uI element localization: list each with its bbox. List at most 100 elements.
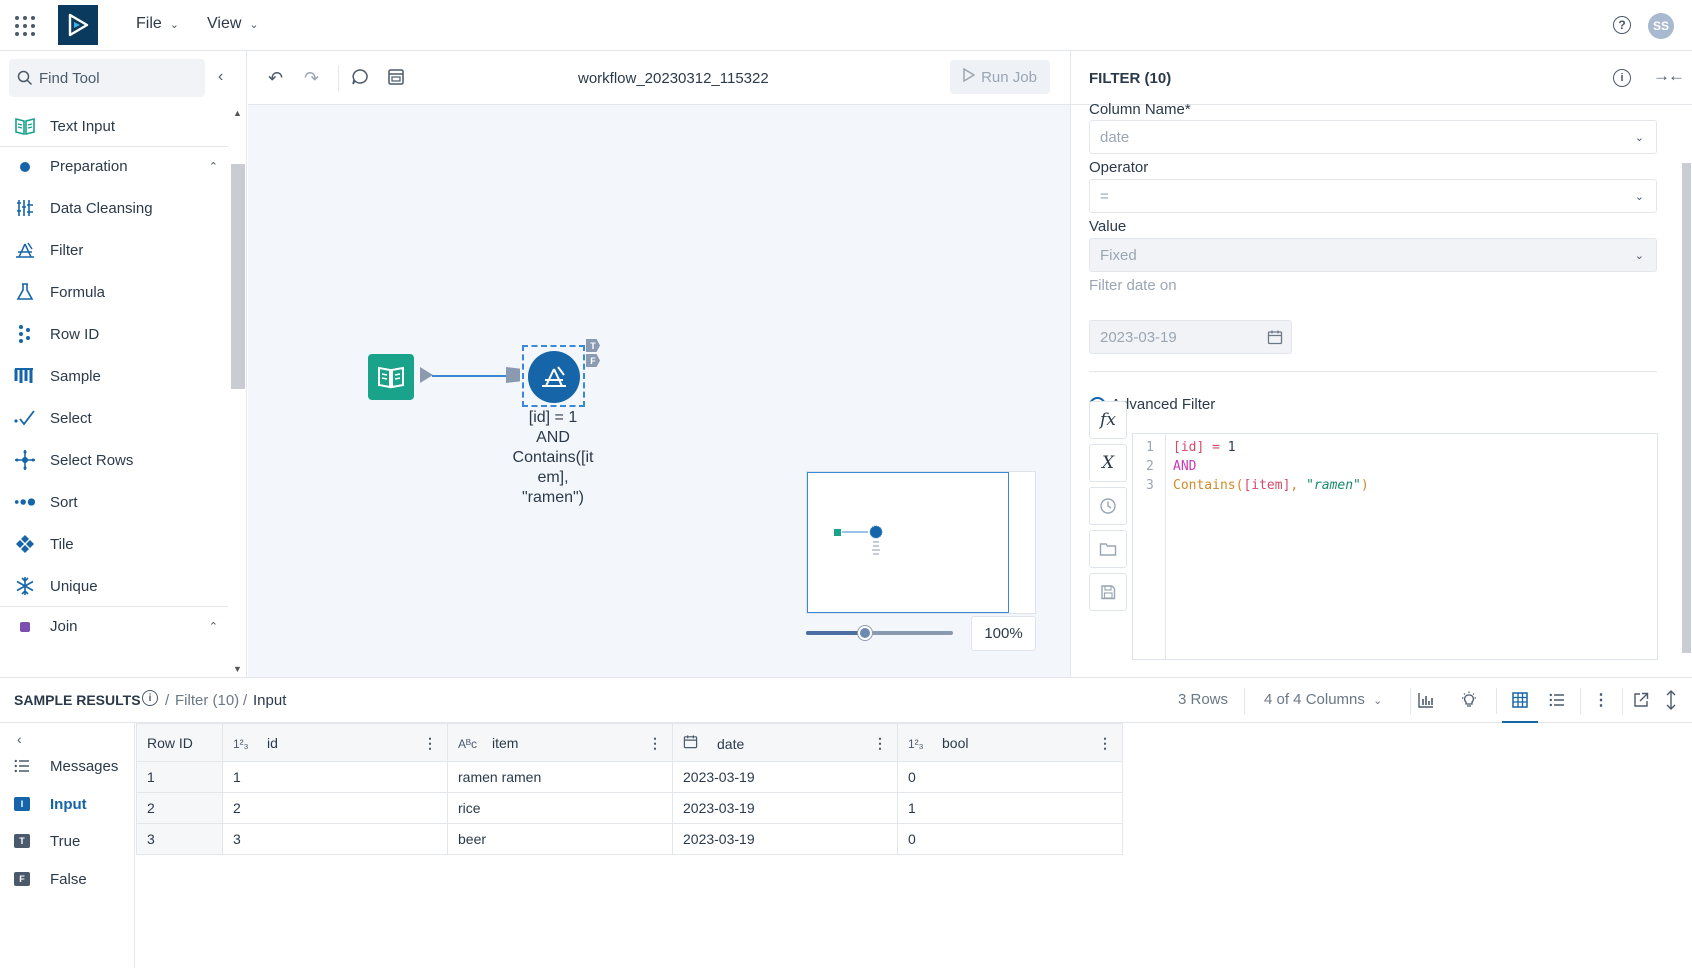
filter-node[interactable] [528,351,580,403]
run-job-button[interactable]: Run Job [950,60,1050,94]
column-header-date[interactable]: date ⋮ [672,723,898,762]
more-options-icon[interactable]: ⋮ [1590,689,1612,711]
zoom-slider-handle[interactable] [857,626,872,640]
open-expression-button[interactable] [1089,530,1127,568]
tool-select-rows[interactable]: Select Rows [0,440,228,480]
cell-date[interactable]: 2023-03-19 [672,823,898,855]
column-header-id[interactable]: 1²₃ id ⋮ [222,723,448,762]
scrollbar-thumb[interactable] [231,164,245,389]
tool-row-id[interactable]: Row ID [0,314,228,354]
results-nav-messages[interactable]: Messages [0,747,135,785]
cell-id[interactable]: 1 [222,761,448,793]
variable-button[interactable]: X [1089,444,1127,482]
calendar-icon[interactable] [1267,329,1283,345]
resize-panel-icon[interactable] [1660,689,1682,711]
breadcrumb-filter[interactable]: Filter (10) [175,692,239,709]
cell-date[interactable]: 2023-03-19 [672,761,898,793]
connection-line[interactable] [432,375,512,377]
results-nav-false[interactable]: F False [0,860,135,898]
history-button[interactable] [1089,487,1127,525]
palette-scrollbar[interactable]: ▲ ▼ [230,106,246,677]
cell-item[interactable]: beer [447,823,673,855]
column-menu-icon[interactable]: ⋮ [423,735,437,752]
table-row: 2 2 rice 2023-03-19 1 [136,792,1123,824]
columns-selector[interactable]: 4 of 4 Columns ⌄ [1264,691,1382,708]
cell-bool[interactable]: 1 [897,792,1123,824]
category-join[interactable]: Join ⌃ [0,606,228,646]
info-icon[interactable]: i [1613,69,1631,87]
undo-icon[interactable]: ↶ [268,68,283,89]
column-menu-icon[interactable]: ⋮ [648,735,662,752]
tool-text-input[interactable]: Text Input [0,106,228,146]
input-anchor[interactable] [506,367,520,383]
config-scrollbar[interactable] [1682,105,1692,677]
product-logo[interactable] [58,5,98,45]
category-dot-icon [14,156,36,178]
expression-editor[interactable]: 1 2 3 [id] = 1 AND Contains([item], "ram… [1132,433,1658,660]
cell-date[interactable]: 2023-03-19 [672,792,898,824]
cell-id[interactable]: 3 [222,823,448,855]
value-type-select[interactable]: Fixed ⌄ [1089,238,1657,272]
help-icon[interactable]: ? [1613,16,1631,34]
tool-select[interactable]: Select [0,398,228,438]
info-icon[interactable]: i [142,690,158,706]
results-nav-true[interactable]: T True [0,822,135,860]
zoom-level-input[interactable]: 100% [971,616,1036,651]
chevron-left-icon[interactable]: ‹ [17,731,22,747]
column-header-row-id[interactable]: Row ID [136,723,223,762]
divider [1496,688,1497,714]
menu-file[interactable]: File ⌄ [136,15,179,33]
container-icon[interactable] [387,68,405,91]
category-preparation[interactable]: Preparation ⌃ [0,146,228,186]
annotation-line: em], [537,469,569,486]
redo-icon[interactable]: ↷ [304,68,319,89]
false-anchor[interactable]: F [586,354,600,367]
column-menu-icon[interactable]: ⋮ [873,735,887,752]
column-header-item[interactable]: Aᴮc item ⋮ [447,723,673,762]
tool-sort[interactable]: Sort [0,482,228,522]
grid-view-icon[interactable] [1509,689,1531,711]
cell-bool[interactable]: 0 [897,823,1123,855]
tool-filter[interactable]: Filter [0,230,228,270]
tool-formula[interactable]: Formula [0,272,228,312]
scrollbar-thumb[interactable] [1682,163,1691,653]
cell-item[interactable]: rice [447,792,673,824]
text-input-node[interactable] [368,354,414,400]
lightbulb-icon[interactable] [1458,689,1480,711]
cell-item[interactable]: ramen ramen [447,761,673,793]
column-name-select[interactable]: date ⌄ [1089,120,1657,154]
cell-id[interactable]: 2 [222,792,448,824]
function-button[interactable]: fx [1089,401,1127,439]
save-expression-button[interactable] [1089,573,1127,611]
zoom-slider[interactable] [806,626,953,640]
workflow-canvas[interactable]: T F [id] = 1 AND Contains([it em], "rame… [248,105,1070,677]
tool-sample[interactable]: Sample [0,356,228,396]
comment-icon[interactable] [351,68,369,91]
app-launcher-icon[interactable] [15,16,35,36]
filter-date-input[interactable]: 2023-03-19 [1089,320,1292,354]
collapse-palette-icon[interactable]: ‹ [218,68,223,86]
column-menu-icon[interactable]: ⋮ [1098,735,1112,752]
column-header-bool[interactable]: 1²₃ bool ⋮ [897,723,1123,762]
tool-unique[interactable]: Unique [0,566,228,606]
cell-bool[interactable]: 0 [897,761,1123,793]
chart-icon[interactable] [1415,689,1437,711]
canvas-minimap[interactable] [806,471,1036,614]
menu-view[interactable]: View ⌄ [207,15,259,33]
chevron-up-icon: ⌃ [208,161,218,173]
tool-tile[interactable]: Tile [0,524,228,564]
scroll-up-arrow-icon[interactable]: ▲ [233,108,242,118]
user-avatar[interactable]: SS [1648,13,1674,39]
search-icon [17,70,33,86]
results-nav-input[interactable]: I Input [0,785,135,823]
operator-select[interactable]: = ⌄ [1089,179,1657,213]
find-tool-search[interactable]: Find Tool [9,59,205,97]
tool-data-cleansing[interactable]: Data Cleansing [0,188,228,228]
scroll-down-arrow-icon[interactable]: ▼ [233,664,242,674]
tool-label: Sort [50,493,78,511]
collapse-panel-icon[interactable]: →← [1653,66,1685,86]
list-view-icon[interactable] [1546,689,1568,711]
config-header: FILTER (10) i →← [1071,51,1692,105]
pop-out-icon[interactable] [1630,689,1652,711]
true-anchor[interactable]: T [586,339,600,352]
